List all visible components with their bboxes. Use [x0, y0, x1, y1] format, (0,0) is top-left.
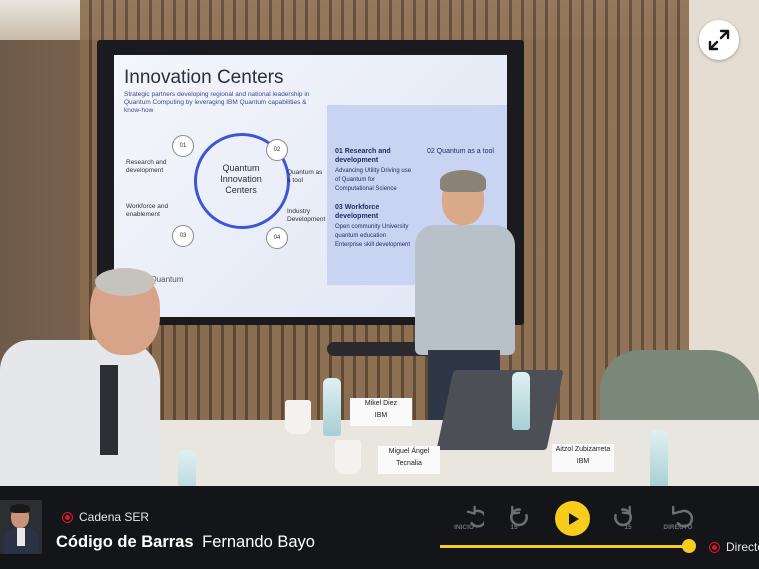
back-label: 15 [510, 524, 518, 531]
name-card: Miguel Ángel Tecnalia [378, 446, 440, 474]
seated-man-hair [95, 268, 155, 296]
seated-man-body [0, 340, 160, 486]
name-card: Mikel Diez IBM [350, 398, 412, 426]
play-button[interactable] [555, 501, 590, 536]
water-bottle [512, 372, 530, 430]
seated-man-tie [100, 365, 118, 455]
node-01: 01 [172, 135, 194, 157]
node-04: 04 [266, 227, 288, 249]
panel-item1-title: 01 Research and development [335, 148, 391, 164]
live-label: DIRECTO [663, 524, 693, 531]
progress-track[interactable] [440, 545, 689, 548]
water-bottle [650, 430, 668, 486]
node-03: 03 [172, 225, 194, 247]
presenter-body [415, 225, 515, 355]
start-button[interactable]: INICIO [444, 503, 484, 531]
label-research: Research and development [126, 159, 167, 174]
play-icon [568, 512, 579, 525]
panel-item2-title: 02 Quantum as a tool [427, 148, 494, 155]
forward-15-icon [614, 505, 632, 527]
slide-title: Innovation Centers [124, 67, 284, 88]
live-indicator-icon [62, 511, 73, 523]
coffee-cup [285, 400, 311, 434]
expand-arrows-icon [708, 29, 730, 51]
host-avatar [0, 500, 42, 554]
avatar-shirt [17, 528, 25, 546]
host-name: Fernando Bayo [202, 533, 315, 551]
name-card: Aitzol Zubizarreta IBM [552, 444, 614, 472]
presenter-hair [440, 170, 486, 192]
forward-15-button[interactable]: 15 [608, 503, 638, 531]
ring-label: Quantum Innovation Centers [220, 163, 262, 195]
node-02: 02 [266, 139, 288, 161]
station-info: Cadena SER [62, 510, 149, 524]
direct-label: Directo [726, 540, 759, 554]
progress-fill [440, 545, 685, 548]
coffee-cup [335, 440, 361, 474]
rewind-15-icon [510, 505, 528, 527]
back-15-button[interactable]: 15 [504, 503, 534, 531]
station-name: Cadena SER [79, 510, 150, 524]
start-label: INICIO [454, 524, 474, 531]
label-industry: Industry Development [287, 208, 326, 223]
direct-indicator[interactable]: Directo [709, 540, 759, 554]
water-bottle [178, 450, 196, 486]
progress-handle[interactable] [682, 539, 696, 553]
fullscreen-button[interactable] [699, 20, 739, 60]
live-dot-icon [709, 541, 720, 553]
forward-label: 15 [624, 524, 632, 531]
live-button[interactable]: DIRECTO [658, 503, 698, 531]
label-workforce: Workforce and enablement [126, 203, 169, 218]
water-bottle [323, 378, 341, 436]
show-name: Código de Barras [56, 533, 194, 551]
laptop [436, 370, 564, 450]
slide-subtitle: Strategic partners developing regional a… [124, 91, 310, 114]
label-quantum-tool: Quantum as a tool [287, 169, 323, 184]
audio-player-bar: Cadena SER Código de Barras Fernando Bay… [0, 486, 759, 569]
video-frame: Innovation Centers Strategic partners de… [0, 0, 759, 486]
seated-man [0, 268, 175, 486]
program-title: Código de Barras Fernando Bayo [56, 533, 315, 552]
avatar-hair [10, 504, 30, 513]
